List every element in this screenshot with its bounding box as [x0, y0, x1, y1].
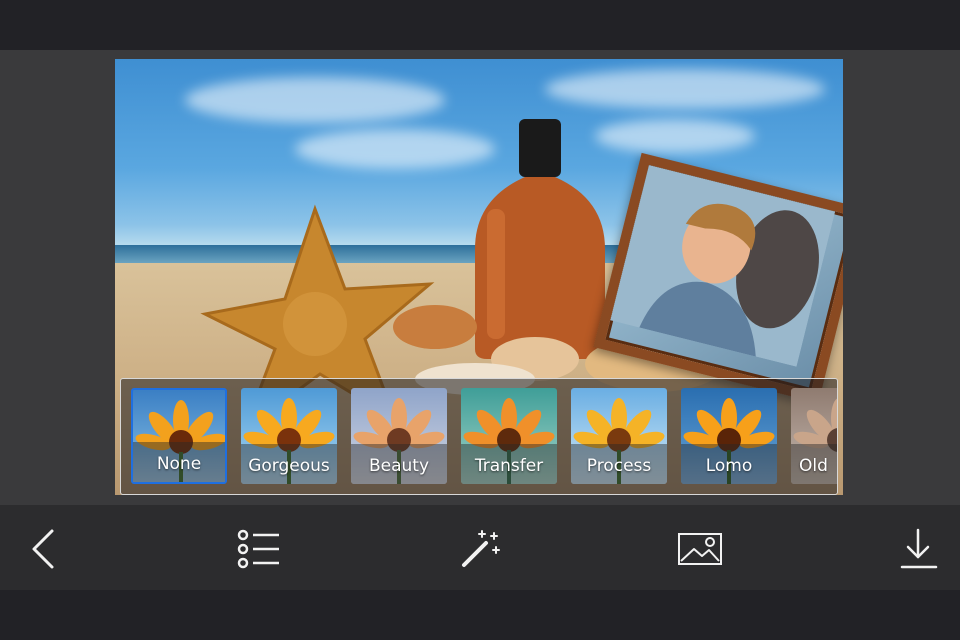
filter-thumbnail-beauty[interactable]: Beauty — [351, 388, 447, 484]
back-arrow-icon[interactable] — [20, 527, 64, 571]
filter-label: Beauty — [368, 456, 430, 476]
filter-label: Transfer — [474, 456, 544, 476]
photo-editor-screen: None Gorgeous Beauty Transfer Process Lo… — [0, 0, 960, 640]
filter-label: Old — [799, 456, 828, 476]
filter-label: Process — [586, 456, 652, 476]
status-bar-area — [0, 0, 960, 50]
filter-thumbnail-transfer[interactable]: Transfer — [461, 388, 557, 484]
photo-canvas[interactable]: None Gorgeous Beauty Transfer Process Lo… — [115, 59, 843, 495]
image-icon[interactable] — [678, 527, 722, 571]
filter-label: None — [156, 454, 202, 474]
filter-thumbnail-gorgeous[interactable]: Gorgeous — [241, 388, 337, 484]
filter-picker: None Gorgeous Beauty Transfer Process Lo… — [120, 378, 838, 495]
portrait-illustration — [610, 165, 836, 367]
download-icon[interactable] — [896, 527, 940, 571]
filter-thumbnail-process[interactable]: Process — [571, 388, 667, 484]
list-icon[interactable] — [237, 527, 281, 571]
shell-shape — [393, 305, 477, 349]
filter-label: Gorgeous — [248, 456, 330, 476]
filter-label: Lomo — [705, 456, 753, 476]
filter-thumbnail-lomo[interactable]: Lomo — [681, 388, 777, 484]
magic-wand-icon[interactable] — [458, 527, 502, 571]
filter-thumbnail-none[interactable]: None — [131, 388, 227, 484]
filter-thumbnail-old[interactable]: Old — [791, 388, 837, 484]
bottle-shape — [475, 119, 605, 359]
home-indicator-area — [0, 590, 960, 640]
